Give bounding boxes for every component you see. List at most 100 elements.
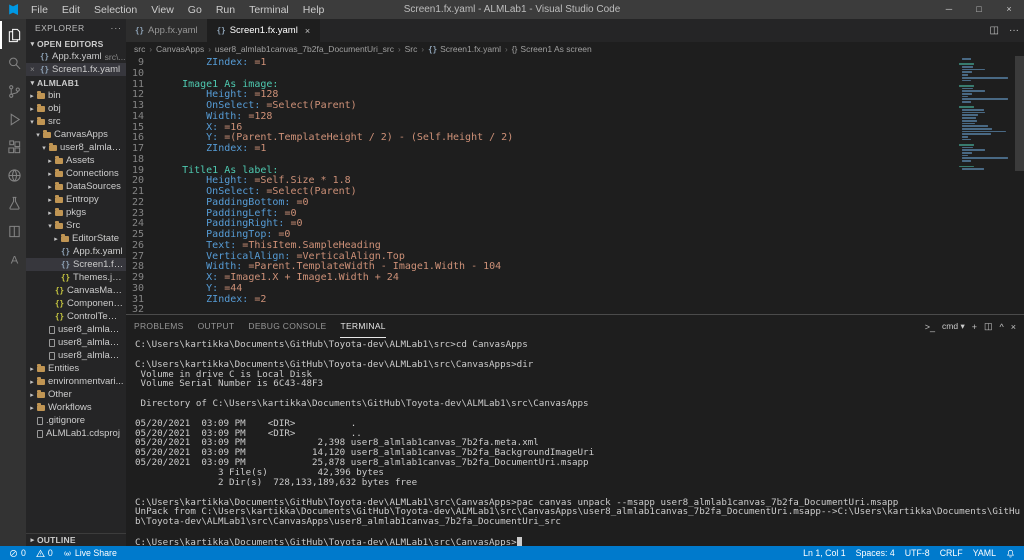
editor-scrollbar[interactable] [1015, 56, 1024, 171]
tree-item-gitignore[interactable]: .gitignore [26, 414, 126, 427]
close-button[interactable]: × [994, 0, 1024, 19]
menu-view[interactable]: View [144, 4, 181, 16]
tab-screen1-fx-yaml[interactable]: {}Screen1.fx.yaml× [208, 19, 320, 42]
tree-item-almlab1-cdsproj[interactable]: ALMLab1.cdsproj [26, 427, 126, 440]
menu-run[interactable]: Run [209, 4, 242, 16]
open-editor-item[interactable]: ×{}Screen1.fx.yaml [26, 63, 126, 76]
panel-tab-terminal[interactable]: TERMINAL [340, 315, 385, 338]
extensions-icon[interactable] [0, 133, 26, 161]
breadcrumb-item[interactable]: Src [405, 44, 418, 54]
menu-edit[interactable]: Edit [55, 4, 87, 16]
breadcrumb-item[interactable]: CanvasApps [156, 44, 204, 54]
tree-item-screen1-fx-y[interactable]: {}Screen1.fx.y... [26, 258, 126, 271]
tree-item-user8-almlab1c[interactable]: user8_almlab1c... [26, 349, 126, 362]
source-control-icon[interactable] [0, 77, 26, 105]
tree-item-src[interactable]: ▾src [26, 115, 126, 128]
tree-item-bin[interactable]: ▸bin [26, 89, 126, 102]
maximize-panel-icon[interactable]: ^ [1000, 322, 1004, 332]
tree-item-connections[interactable]: ▸Connections [26, 167, 126, 180]
tree-item-themes-json[interactable]: {}Themes.json [26, 271, 126, 284]
code-editor[interactable]: 9 ZIndex: =110 11 Image1 As image:12 Hei… [126, 56, 1024, 314]
panel-tab-problems[interactable]: PROBLEMS [134, 315, 184, 338]
tree-item-app-fx-yaml[interactable]: {}App.fx.yaml [26, 245, 126, 258]
status-eol[interactable]: CRLF [935, 546, 968, 560]
tree-item-user8-almlab1c[interactable]: user8_almlab1c... [26, 323, 126, 336]
close-editor-icon[interactable]: × [30, 65, 38, 74]
tree-item-entropy[interactable]: ▸Entropy [26, 193, 126, 206]
tree-item-other[interactable]: ▸Other [26, 388, 126, 401]
tree-item-canvasapps[interactable]: ▾CanvasApps [26, 128, 126, 141]
menu-terminal[interactable]: Terminal [242, 4, 296, 16]
breadcrumb-item[interactable]: src [134, 44, 145, 54]
tree-item-user8-almlab1c[interactable]: user8_almlab1c... [26, 336, 126, 349]
tree-item-src[interactable]: ▾Src [26, 219, 126, 232]
maximize-button[interactable]: □ [964, 0, 994, 19]
status-warnings[interactable]: 0 [31, 546, 58, 560]
explorer-icon[interactable] [0, 21, 26, 49]
status-errors[interactable]: 0 [4, 546, 31, 560]
tab-app-fx-yaml[interactable]: {}App.fx.yaml [126, 19, 208, 42]
outline-header[interactable]: ▸ OUTLINE [26, 533, 126, 546]
terminal-cursor [517, 537, 522, 546]
chevron-down-icon: ▾ [28, 79, 37, 87]
breadcrumb-item[interactable]: {}Screen1 As screen [512, 44, 592, 54]
minimize-button[interactable]: ─ [934, 0, 964, 19]
tree-item-assets[interactable]: ▸Assets [26, 154, 126, 167]
status-language-mode[interactable]: YAML [968, 546, 1001, 560]
tab-bar: {}App.fx.yaml{}Screen1.fx.yaml× ◫ ··· [126, 19, 1024, 42]
panel-tab-debug-console[interactable]: DEBUG CONSOLE [248, 315, 326, 338]
tree-item-controltempl[interactable]: {}ControlTempl... [26, 310, 126, 323]
minimap[interactable] [956, 58, 1014, 314]
yaml-icon: {} [40, 52, 49, 61]
tree-item-editorstate[interactable]: ▸EditorState [26, 232, 126, 245]
search-icon[interactable] [0, 49, 26, 77]
open-editor-item[interactable]: {}App.fx.yamlsrc\... [26, 50, 126, 63]
editor-more-actions-icon[interactable]: ··· [1004, 25, 1024, 36]
terminal-output[interactable]: C:\Users\kartikka\Documents\GitHub\Toyot… [126, 338, 1024, 546]
menu-selection[interactable]: Selection [87, 4, 144, 16]
terminal-shell-icon[interactable]: >_ [925, 322, 935, 332]
tree-item-componentr[interactable]: {}ComponentR... [26, 297, 126, 310]
tree-item-entities[interactable]: ▸Entities [26, 362, 126, 375]
close-tab-icon[interactable]: × [305, 26, 310, 36]
split-terminal-icon[interactable]: ◫ [984, 321, 993, 332]
tree-item-obj[interactable]: ▸obj [26, 102, 126, 115]
activity-bar: A [0, 19, 26, 546]
tree-item-user8-almlab1c[interactable]: ▾user8_almlab1c... [26, 141, 126, 154]
test-icon[interactable] [0, 189, 26, 217]
tree-item-environmentvari[interactable]: ▸environmentvari... [26, 375, 126, 388]
breadcrumb-item[interactable]: user8_almlab1canvas_7b2fa_DocumentUri_sr… [215, 44, 394, 54]
azure-icon[interactable]: A [0, 245, 26, 273]
status-indentation[interactable]: Spaces: 4 [851, 546, 900, 560]
split-editor-icon[interactable]: ◫ [985, 25, 1004, 36]
chevron-right-icon: ▸ [46, 170, 54, 178]
panel-tab-output[interactable]: OUTPUT [198, 315, 235, 338]
run-debug-icon[interactable] [0, 105, 26, 133]
menu-help[interactable]: Help [296, 4, 332, 16]
menu-go[interactable]: Go [181, 4, 209, 16]
folder-icon [55, 171, 63, 177]
breadcrumb-label: Src [405, 44, 418, 54]
yaml-icon: {} [61, 247, 70, 256]
project-root-header[interactable]: ▾ ALMLAB1 [26, 76, 126, 89]
status-notifications[interactable] [1001, 546, 1020, 560]
new-terminal-icon[interactable]: + [972, 322, 977, 332]
status-language-mode-label: YAML [973, 548, 996, 558]
menu-file[interactable]: File [24, 4, 55, 16]
live-share-icon[interactable] [0, 161, 26, 189]
more-actions-icon[interactable]: ··· [111, 23, 123, 33]
tree-item-pkgs[interactable]: ▸pkgs [26, 206, 126, 219]
symbol-icon: {} [512, 44, 518, 54]
tree-item-canvasmanife[interactable]: {}CanvasManife... [26, 284, 126, 297]
open-editors-header[interactable]: ▾ OPEN EDITORS [26, 37, 126, 50]
close-panel-icon[interactable]: × [1011, 322, 1016, 332]
tree-item-workflows[interactable]: ▸Workflows [26, 401, 126, 414]
shell-selector[interactable]: cmd ▾ [942, 321, 965, 332]
docs-icon[interactable] [0, 217, 26, 245]
breadcrumb-item[interactable]: {}Screen1.fx.yaml [428, 44, 501, 54]
status-cursor-position[interactable]: Ln 1, Col 1 [798, 546, 851, 560]
status-live-share[interactable]: Live Share [58, 546, 122, 560]
tree-item-label: Themes.json [73, 272, 124, 283]
tree-item-datasources[interactable]: ▸DataSources [26, 180, 126, 193]
status-encoding[interactable]: UTF-8 [900, 546, 935, 560]
